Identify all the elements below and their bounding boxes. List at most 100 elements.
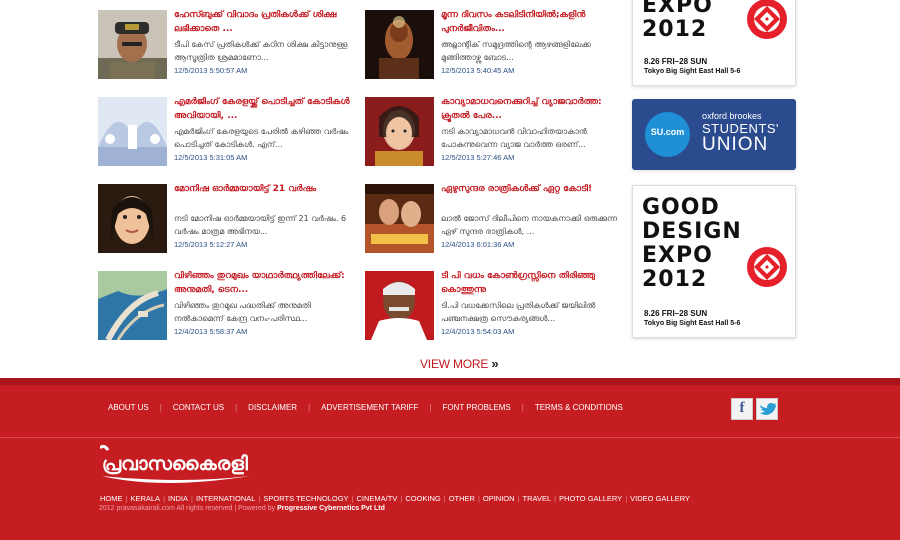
expo-ad-date: 8.26 FRI–28 SUN: [644, 57, 708, 66]
footer-separator: |: [258, 494, 261, 503]
site-footer: ABOUT US | CONTACT US | DISCLAIMER | ADVERTISE…: [0, 378, 900, 540]
footer-separator: |: [517, 494, 520, 503]
footer-separator: |: [400, 494, 403, 503]
expo-ad-expo: EXPO: [642, 243, 713, 268]
site-logo-text: പ്രവാസകൈരളി: [102, 453, 249, 475]
view-more-label: VIEW MORE: [420, 357, 489, 371]
news-description: വിഴിഞ്ഞം തുറമുഖ പദ്ധതിക്ക് അനുമതി നൽകാമെ…: [174, 301, 311, 323]
footer-category-link[interactable]: CINEMA/TV: [357, 494, 398, 503]
footer-link-about[interactable]: ABOUT US: [108, 403, 149, 412]
news-description: ടി.പി വധക്കേസിലെ പ്രതികൾക്ക് ജയിലിൽ പഞ്ച…: [441, 301, 596, 323]
footer-category-link[interactable]: HOME: [100, 494, 123, 503]
copyright-line: 2012 pravasakairali.com All rights reser…: [99, 505, 385, 512]
footer-category-link[interactable]: INTERNATIONAL: [196, 494, 255, 503]
news-date: 12/4/2013 5:58:37 AM: [174, 327, 248, 336]
news-description: ടീപി കേസ് പ്രതികൾക്ക് കഠിന ശിക്ഷ കിട്ടാന…: [174, 40, 348, 62]
footer-category-link[interactable]: OTHER: [449, 494, 475, 503]
footer-category-link[interactable]: INDIA: [168, 494, 188, 503]
news-item[interactable]: മൂന്ന ദിവസം കടലിടിനിയിൽ;കളിൻ പുനർജീവിതം.…: [365, 8, 623, 80]
facebook-button[interactable]: f: [731, 398, 753, 420]
news-description: എമർജിംഗ് കേരളയുടെ പേരിൽ കഴിഞ്ഞ വർഷം പൊടി…: [174, 127, 349, 149]
footer-category-link[interactable]: SPORTS TECHNOLOGY: [263, 494, 348, 503]
news-date: 12/5/2013 5:27:46 AM: [441, 153, 515, 162]
footer-category-link[interactable]: PHOTO GALLERY: [559, 494, 622, 503]
news-thumbnail[interactable]: [365, 271, 434, 340]
site-logo[interactable]: പ്രവാസകൈരളി: [100, 444, 300, 488]
news-date: 12/5/2013 5:40:45 AM: [441, 66, 515, 75]
news-item[interactable]: വിഴിഞ്ഞം തുറമുഖം യാഥാർത്ഥ്യത്തിലേക്ക്: അ…: [98, 269, 356, 341]
news-item[interactable]: കാവ്യാമാധവനെക്കുറിച്ച് വ്യാജവാർത്ത: ക്രൂ…: [365, 95, 623, 167]
footer-top-strip: [0, 378, 900, 385]
news-date: 12/5/2013 5:12:27 AM: [174, 240, 248, 249]
news-thumbnail[interactable]: [98, 97, 167, 166]
view-more-link[interactable]: VIEW MORE »: [420, 356, 499, 371]
footer-separator: |: [521, 403, 524, 412]
footer-nav: ABOUT US | CONTACT US | DISCLAIMER | ADVERTISE…: [108, 403, 623, 412]
news-thumbnail[interactable]: [98, 10, 167, 79]
news-title[interactable]: വിഴിഞ്ഞം തുറമുഖം യാഥാർത്ഥ്യത്തിലേക്ക്: അ…: [174, 269, 360, 297]
su-badge: SU.com: [645, 112, 690, 157]
news-title[interactable]: ഏഴുസുന്ദര രാത്രികൾക്ക് ഏറ്റ കോടി!: [441, 182, 627, 196]
expo-ad-banner-top[interactable]: EXPO 2012 8.26 FRI–28 SUN Tokyo Big Sigh…: [632, 0, 796, 86]
students-union-ad[interactable]: SU.com oxford brookes STUDENTS' UNION: [632, 99, 796, 170]
footer-category-link[interactable]: KERALA: [130, 494, 160, 503]
footer-category-link[interactable]: OPINION: [483, 494, 515, 503]
twitter-icon: [760, 403, 776, 415]
powered-by-link[interactable]: Progressive Cybernetics Pvt Ltd: [277, 505, 385, 512]
copyright-text: 2012 pravasakairali.com All rights reser…: [99, 505, 276, 512]
footer-divider: [0, 437, 900, 438]
footer-separator: |: [554, 494, 557, 503]
news-item[interactable]: ഏഴുസുന്ദര രാത്രികൾക്ക് ഏറ്റ കോടി! ലാൽ ജോ…: [365, 182, 623, 254]
footer-category-links: HOME | KERALA | INDIA | INTERNATIONAL | SPORTS T…: [100, 494, 690, 503]
news-thumbnail[interactable]: [98, 271, 167, 340]
union-bottom-text: UNION: [702, 134, 769, 155]
news-title[interactable]: ടി പി വധം കോൺഗ്രസ്സിനെ തിരിഞ്ഞു കൊത്തുന്…: [441, 269, 627, 297]
news-description: ലാൽ ജോസ് ദിലീപിനെ നായകനാക്കി ഒരുക്കുന്ന …: [441, 214, 618, 236]
union-top-text: oxford brookes: [702, 111, 762, 121]
news-title[interactable]: മോനിഷ ഓർമ്മയായിട്ട് 21 വർഷം: [174, 182, 360, 196]
footer-separator: |: [351, 494, 354, 503]
footer-separator: |: [477, 494, 480, 503]
news-description: നടി കാവ്യാമാധവൻ വിവാഹിതയാകാൻ പോകുന്നുവെന…: [441, 127, 587, 149]
twitter-button[interactable]: [756, 398, 778, 420]
news-date: 12/4/2013 6:01:36 AM: [441, 240, 515, 249]
footer-link-contact[interactable]: CONTACT US: [173, 403, 224, 412]
footer-category-link[interactable]: COOKING: [405, 494, 440, 503]
expo-ad-design: DESIGN: [642, 219, 742, 244]
footer-link-ad-tariff[interactable]: ADVERTISEMENT TARIFF: [321, 403, 418, 412]
news-date: 12/5/2013 5:31:05 AM: [174, 153, 248, 162]
news-item[interactable]: എമർജിംഗ് കേരളയ്ക്ക് പൊടിച്ചത് കോടികൾ അവി…: [98, 95, 356, 167]
expo-ad-year: 2012: [642, 267, 708, 292]
expo-ad-year: 2012: [642, 17, 708, 42]
g-mark-icon: [747, 0, 787, 39]
footer-separator: |: [625, 494, 628, 503]
footer-category-link[interactable]: VIDEO GALLERY: [630, 494, 690, 503]
g-mark-icon: [747, 247, 787, 287]
footer-separator: |: [443, 494, 446, 503]
news-item[interactable]: മോനിഷ ഓർമ്മയായിട്ട് 21 വർഷം നടി മോനിഷ ഓർ…: [98, 182, 356, 254]
footer-separator: |: [235, 403, 238, 412]
news-description: അറ്റ്ലാന്റിക് സമുദ്രത്തിന്റെ ആഴങ്ങളിലേക്…: [441, 40, 591, 62]
footer-category-link[interactable]: TRAVEL: [523, 494, 552, 503]
news-thumbnail[interactable]: [365, 10, 434, 79]
expo-ad-venue: Tokyo Big Sight East Hall 5-6: [644, 320, 741, 327]
news-item[interactable]: ടി പി വധം കോൺഗ്രസ്സിനെ തിരിഞ്ഞു കൊത്തുന്…: [365, 269, 623, 341]
news-title[interactable]: ഹേസ്ബുക്ക് വിവാദം പ്രതികൾക്ക് ശിക്ഷ ലഭിക…: [174, 8, 360, 36]
footer-separator: |: [429, 403, 432, 412]
footer-separator: |: [159, 403, 162, 412]
facebook-icon: f: [739, 400, 745, 416]
footer-separator: |: [125, 494, 128, 503]
news-date: 12/5/2013 5:50:57 AM: [174, 66, 248, 75]
news-thumbnail[interactable]: [365, 184, 434, 253]
news-description: നടി മോനിഷ ഓർമ്മയായിട്ട് ഇന്ന് 21 വർഷം. 6…: [174, 214, 347, 236]
footer-link-terms[interactable]: TERMS & CONDITIONS: [535, 403, 623, 412]
news-item[interactable]: ഹേസ്ബുക്ക് വിവാദം പ്രതികൾക്ക് ശിക്ഷ ലഭിക…: [98, 8, 356, 80]
news-thumbnail[interactable]: [98, 184, 167, 253]
news-title[interactable]: മൂന്ന ദിവസം കടലിടിനിയിൽ;കളിൻ പുനർജീവിതം.…: [441, 8, 627, 36]
news-thumbnail[interactable]: [365, 97, 434, 166]
footer-link-disclaimer[interactable]: DISCLAIMER: [248, 403, 297, 412]
footer-link-font-problems[interactable]: FONT PROBLEMS: [442, 403, 510, 412]
news-title[interactable]: കാവ്യാമാധവനെക്കുറിച്ച് വ്യാജവാർത്ത: ക്രൂ…: [441, 95, 627, 123]
news-title[interactable]: എമർജിംഗ് കേരളയ്ക്ക് പൊടിച്ചത് കോടികൾ അവി…: [174, 95, 360, 123]
good-design-expo-ad[interactable]: GOOD DESIGN EXPO 2012 8.26 FRI–28 SUN To…: [632, 185, 796, 338]
